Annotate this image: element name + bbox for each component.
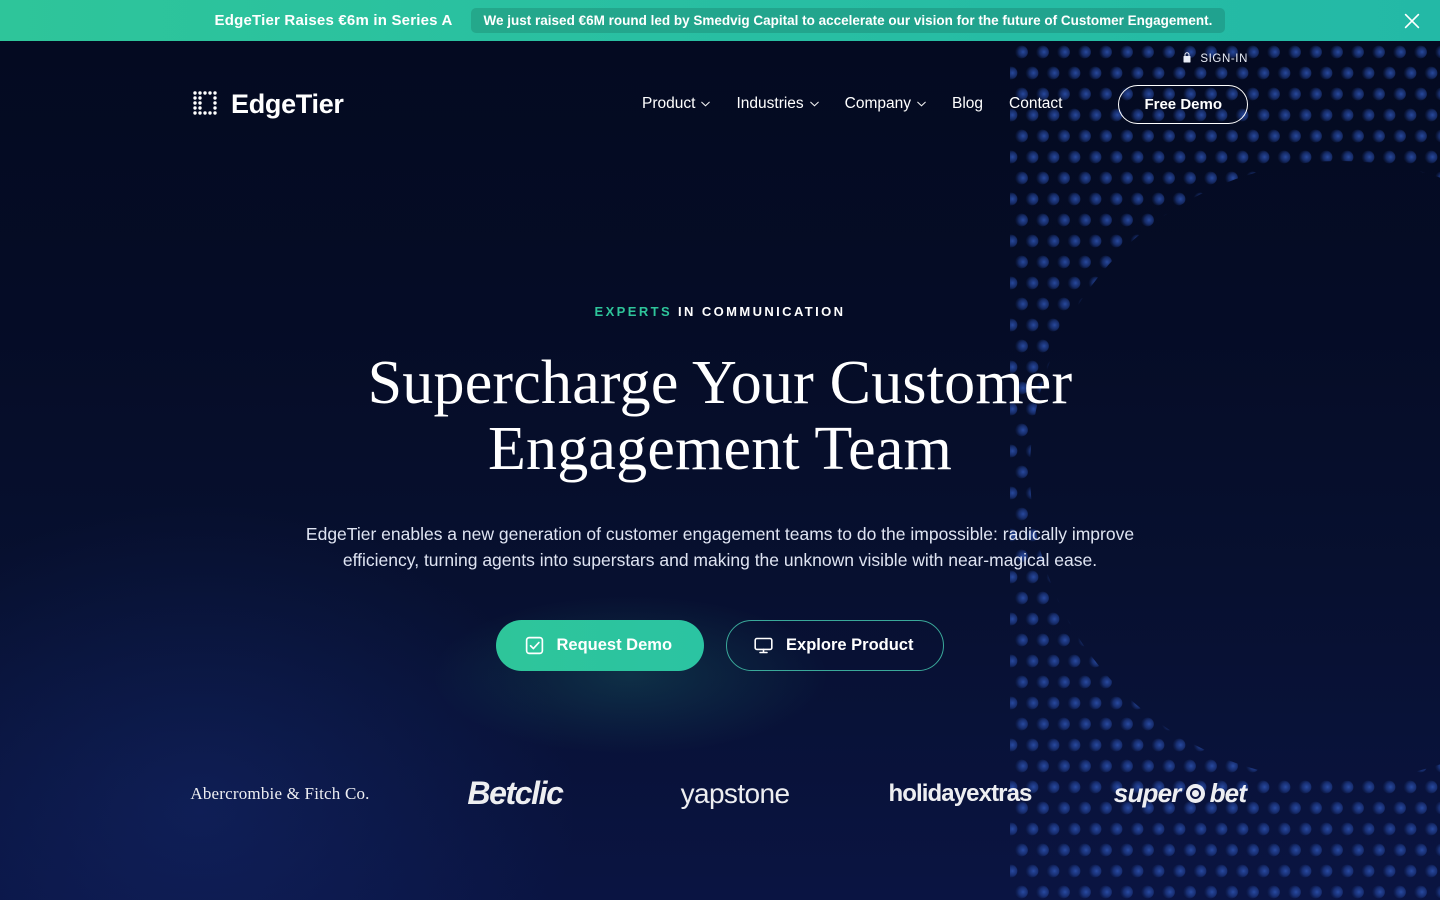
checkbox-check-icon <box>524 635 545 656</box>
logo-text: EdgeTier <box>231 88 344 119</box>
chevron-down-icon <box>917 101 926 107</box>
headline-line-1: Supercharge Your Customer <box>367 349 1073 417</box>
hero-section: EXPERTS IN COMMUNICATION Supercharge You… <box>0 141 1440 671</box>
client-logo-betclic: Betclic <box>467 775 564 811</box>
nav-label: Product <box>642 95 696 112</box>
site-header: EdgeTier Product Industries Company Blog… <box>0 67 1440 141</box>
announcement-banner: EdgeTier Raises €6m in Series A We just … <box>0 0 1440 41</box>
announcement-title: EdgeTier Raises €6m in Series A <box>214 12 453 29</box>
hero-eyebrow-rest: IN COMMUNICATION <box>672 304 846 319</box>
client-logo-yapstone: yapstone <box>680 777 790 809</box>
explore-product-label: Explore Product <box>786 635 914 654</box>
superbet-word-2: bet <box>1209 778 1247 808</box>
nav-label: Contact <box>1009 95 1063 112</box>
close-icon[interactable] <box>1397 6 1427 36</box>
main-nav: Product Industries Company Blog Contact … <box>642 84 1248 124</box>
request-demo-button[interactable]: Request Demo <box>495 619 705 671</box>
client-logo-holidayextras: holidayextras <box>888 779 1032 807</box>
lock-icon <box>1181 51 1193 67</box>
logo[interactable]: EdgeTier <box>192 89 344 120</box>
hero-eyebrow-accent: EXPERTS <box>594 304 673 319</box>
nav-label: Industries <box>736 95 804 112</box>
nav-item-blog[interactable]: Blog <box>952 95 983 113</box>
superbet-word-1: super <box>1113 778 1182 808</box>
nav-item-contact[interactable]: Contact <box>1009 95 1062 113</box>
page-title: Supercharge Your Customer Engagement Tea… <box>0 350 1440 483</box>
client-logo-superbet: super bet <box>1073 778 1288 809</box>
page-root: EdgeTier Raises €6m in Series A We just … <box>0 0 1440 900</box>
nav-label: Blog <box>952 95 984 112</box>
chevron-down-icon <box>809 101 819 107</box>
nav-item-company[interactable]: Company <box>845 95 926 113</box>
explore-product-button[interactable]: Explore Product <box>726 619 945 671</box>
hero-subtext: EdgeTier enables a new generation of cus… <box>305 523 1135 571</box>
headline-line-2: Engagement Team <box>487 415 953 484</box>
edgetier-dot-square-logo-icon <box>193 91 217 115</box>
announcement-message: We just raised €6M round led by Smedvig … <box>470 8 1226 33</box>
client-logo-strip: Abercrombie & Fitch Co. Betclic yapstone… <box>0 775 1440 812</box>
request-demo-label: Request Demo <box>556 635 673 654</box>
chevron-down-icon <box>701 101 711 107</box>
free-demo-button[interactable]: Free Demo <box>1118 84 1248 124</box>
nav-item-product[interactable]: Product <box>642 95 711 113</box>
hero-cta-row: Request Demo Explore Product <box>0 619 1440 671</box>
soccer-ball-icon <box>1185 784 1205 803</box>
nav-item-industries[interactable]: Industries <box>736 95 819 113</box>
monitor-icon <box>753 635 774 656</box>
utility-bar: SIGN-IN <box>0 41 1440 67</box>
sign-in-link[interactable]: SIGN-IN <box>1181 51 1248 67</box>
nav-label: Company <box>844 95 912 112</box>
sign-in-label: SIGN-IN <box>1200 53 1248 65</box>
hero-eyebrow: EXPERTS IN COMMUNICATION <box>0 304 1440 319</box>
client-logo-abercrombie: Abercrombie & Fitch Co. <box>190 783 370 803</box>
